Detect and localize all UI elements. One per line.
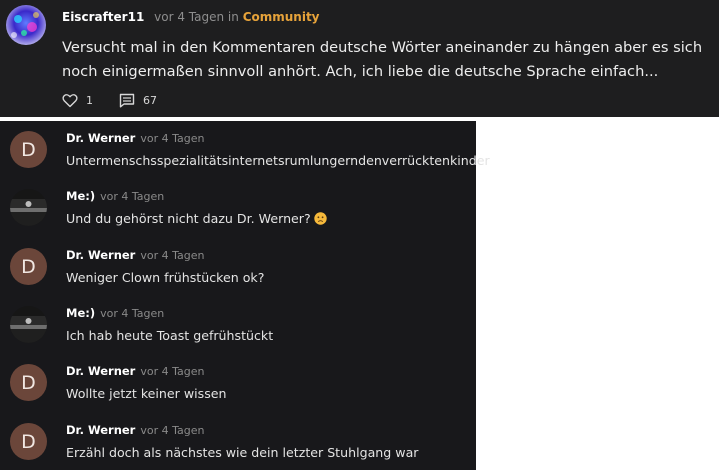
post-card: Eiscrafter11 vor 4 Tagen in Community Ve… xyxy=(0,0,719,117)
post-author-name[interactable]: Eiscrafter11 xyxy=(62,10,144,24)
like-count: 1 xyxy=(86,94,93,107)
comment-time: vor 4 Tagen xyxy=(100,307,165,320)
avatar[interactable]: D xyxy=(10,248,47,285)
comment-meta: Dr. Werner vor 4 Tagen xyxy=(66,248,204,262)
comment-meta: Dr. Werner vor 4 Tagen xyxy=(66,423,204,437)
comment-author[interactable]: Dr. Werner xyxy=(66,131,135,145)
comment-item: D Dr. Werner vor 4 Tagen Weniger Clown fr… xyxy=(0,238,476,296)
avatar[interactable] xyxy=(10,189,47,226)
comment-author[interactable]: Me:) xyxy=(66,306,95,320)
comment-button[interactable]: 67 xyxy=(119,93,157,108)
comment-item: D Dr. Werner vor 4 Tagen Wollte jetzt kei… xyxy=(0,354,476,412)
post-time: vor 4 Tagen xyxy=(154,10,225,24)
post-in-word: in xyxy=(227,10,239,24)
comment-icon xyxy=(119,93,135,108)
post-meta: Eiscrafter11 vor 4 Tagen in Community xyxy=(62,10,320,24)
comment-text: Weniger Clown frühstücken ok? xyxy=(66,270,265,285)
avatar[interactable]: D xyxy=(10,131,47,168)
post-community-link[interactable]: Community xyxy=(243,10,320,24)
comment-item: Me:) vor 4 Tagen Und du gehörst nicht daz… xyxy=(0,179,476,237)
comment-text-content: Und du gehörst nicht dazu Dr. Werner? xyxy=(66,211,311,226)
post-body: Versucht mal in den Kommentaren deutsche… xyxy=(62,39,703,80)
like-button[interactable]: 1 xyxy=(62,93,93,108)
avatar[interactable]: D xyxy=(10,364,47,401)
comment-author[interactable]: Dr. Werner xyxy=(66,364,135,378)
comment-text: Ich hab heute Toast gefrühstückt xyxy=(66,328,274,343)
comment-item: Me:) vor 4 Tagen Ich hab heute Toast gefr… xyxy=(0,296,476,354)
comment-author[interactable]: Dr. Werner xyxy=(66,423,135,437)
comment-list: D Dr. Werner vor 4 Tagen Untermenschsspez… xyxy=(0,121,490,471)
heart-icon xyxy=(62,93,78,108)
comment-author[interactable]: Dr. Werner xyxy=(66,248,135,262)
post-author-avatar[interactable] xyxy=(6,5,46,45)
comment-time: vor 4 Tagen xyxy=(140,424,205,437)
comment-item: D Dr. Werner vor 4 Tagen Untermenschsspez… xyxy=(0,121,490,179)
worried-face-emoji xyxy=(313,212,327,225)
comment-time: vor 4 Tagen xyxy=(140,249,205,262)
comment-text: Erzähl doch als nächstes wie dein letzte… xyxy=(66,445,419,460)
comment-time: vor 4 Tagen xyxy=(100,190,165,203)
avatar[interactable] xyxy=(10,306,47,343)
comment-meta: Dr. Werner vor 4 Tagen xyxy=(66,131,204,145)
comment-author[interactable]: Me:) xyxy=(66,189,95,203)
comment-item: D Dr. Werner vor 4 Tagen Erzähl doch als … xyxy=(0,413,476,471)
comment-time: vor 4 Tagen xyxy=(140,365,205,378)
comment-text: Und du gehörst nicht dazu Dr. Werner? xyxy=(66,211,327,226)
comment-time: vor 4 Tagen xyxy=(140,132,205,145)
comment-meta: Me:) vor 4 Tagen xyxy=(66,189,164,203)
comment-meta: Me:) vor 4 Tagen xyxy=(66,306,164,320)
comment-text: Untermenschsspezialitätsinternetsrumlung… xyxy=(66,153,490,168)
comment-meta: Dr. Werner vor 4 Tagen xyxy=(66,364,204,378)
comment-text: Wollte jetzt keiner wissen xyxy=(66,386,227,401)
comment-count: 67 xyxy=(143,94,157,107)
avatar[interactable]: D xyxy=(10,423,47,460)
